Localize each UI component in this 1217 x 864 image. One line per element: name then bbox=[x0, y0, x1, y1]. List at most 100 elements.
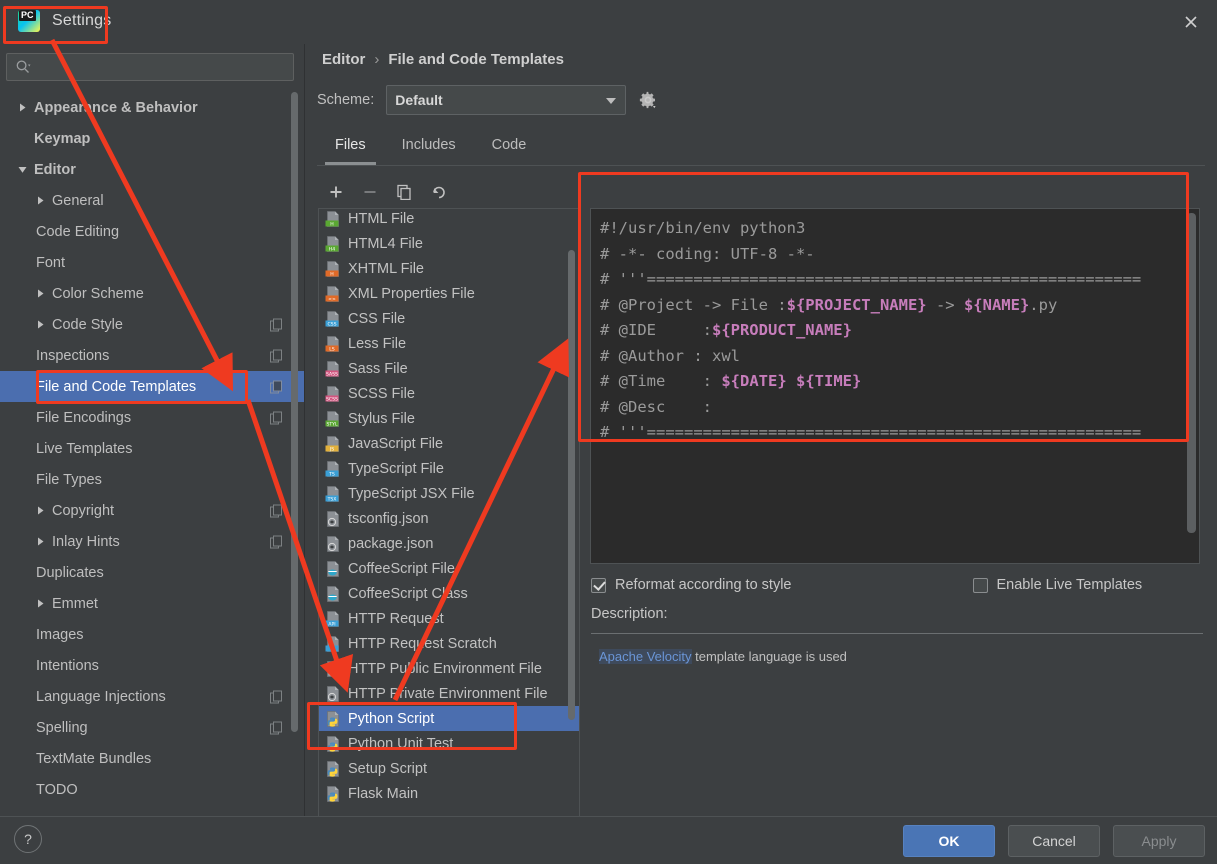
sidebar-item-color-scheme[interactable]: Color Scheme bbox=[0, 278, 305, 309]
template-tabs[interactable]: Files Includes Code bbox=[317, 124, 1205, 166]
sidebar-item-file-encodings[interactable]: File Encodings bbox=[0, 402, 305, 433]
live-templates-checkbox[interactable] bbox=[972, 577, 988, 593]
file-template-item[interactable]: HTTP Private Environment File bbox=[319, 681, 579, 706]
sidebar-item-live-templates[interactable]: Live Templates bbox=[0, 433, 305, 464]
sidebar-item-font[interactable]: Font bbox=[0, 247, 305, 278]
cancel-button[interactable]: Cancel bbox=[1008, 825, 1100, 857]
file-template-item[interactable]: SCSS SCSS File bbox=[319, 381, 579, 406]
sidebar-item-general[interactable]: General bbox=[0, 185, 305, 216]
copy-settings-icon[interactable] bbox=[270, 721, 283, 734]
chevron-right-icon[interactable] bbox=[32, 195, 48, 206]
chevron-right-icon[interactable] bbox=[14, 102, 30, 113]
file-template-item[interactable]: TSX TypeScript JSX File bbox=[319, 481, 579, 506]
file-template-item[interactable]: JS JavaScript File bbox=[319, 431, 579, 456]
file-template-item[interactable]: package.json bbox=[319, 531, 579, 556]
sidebar-item-appearance-behavior[interactable]: Appearance & Behavior bbox=[0, 92, 305, 123]
chevron-right-icon[interactable] bbox=[32, 288, 48, 299]
copy-settings-icon[interactable] bbox=[270, 318, 283, 331]
file-template-item[interactable]: H HTML File bbox=[319, 209, 579, 231]
file-template-item[interactable]: CSS CSS File bbox=[319, 306, 579, 331]
minus-icon[interactable] bbox=[360, 182, 380, 202]
file-template-item[interactable]: CoffeeScript File bbox=[319, 556, 579, 581]
css-file-icon: CSS bbox=[325, 310, 341, 327]
file-template-item[interactable]: tsconfig.json bbox=[319, 506, 579, 531]
scheme-selected-value: Default bbox=[395, 92, 443, 108]
file-template-item[interactable]: <> XML Properties File bbox=[319, 281, 579, 306]
search-input[interactable] bbox=[37, 58, 287, 76]
file-template-item[interactable]: Python Unit Test bbox=[319, 731, 579, 756]
tab-files[interactable]: Files bbox=[317, 124, 384, 165]
sidebar-item-copyright[interactable]: Copyright bbox=[0, 495, 305, 526]
sidebar-item-code-style[interactable]: Code Style bbox=[0, 309, 305, 340]
live-templates-checkbox-item[interactable]: Enable Live Templates bbox=[972, 577, 1142, 593]
chevron-down-icon[interactable] bbox=[14, 164, 30, 175]
question-mark-icon[interactable]: ? bbox=[14, 825, 42, 853]
sidebar-item-images[interactable]: Images bbox=[0, 619, 305, 650]
editor-scrollbar-thumb[interactable] bbox=[1187, 213, 1196, 533]
ok-button[interactable]: OK bbox=[903, 825, 995, 857]
sidebar-item-intentions[interactable]: Intentions bbox=[0, 650, 305, 681]
close-icon[interactable] bbox=[1171, 6, 1211, 38]
tab-code[interactable]: Code bbox=[474, 124, 545, 165]
filelist-scrollbar[interactable] bbox=[568, 214, 575, 848]
copy-settings-icon[interactable] bbox=[270, 380, 283, 393]
copy-icon[interactable] bbox=[394, 182, 414, 202]
chevron-right-icon[interactable] bbox=[32, 505, 48, 516]
sidebar-scrollbar-thumb[interactable] bbox=[291, 92, 298, 732]
template-code-editor[interactable]: #!/usr/bin/env python3 # -*- coding: UTF… bbox=[590, 208, 1200, 564]
sidebar-item-label: Inlay Hints bbox=[52, 533, 120, 550]
settings-tree[interactable]: Appearance & Behavior Keymap Editor General… bbox=[0, 92, 305, 816]
plus-icon[interactable] bbox=[326, 182, 346, 202]
sidebar-item-inspections[interactable]: Inspections bbox=[0, 340, 305, 371]
undo-icon[interactable] bbox=[428, 182, 448, 202]
editor-scrollbar[interactable] bbox=[1187, 213, 1196, 559]
sidebar-item-file-and-code-templates[interactable]: File and Code Templates bbox=[0, 371, 305, 402]
copy-settings-icon[interactable] bbox=[270, 411, 283, 424]
template-file-list[interactable]: H HTML File H4 HTML4 File H XHTML File <> XML P… bbox=[318, 208, 580, 852]
file-template-item[interactable]: L HTTP Request Scratch bbox=[319, 631, 579, 656]
template-code-text[interactable]: #!/usr/bin/env python3 # -*- coding: UTF… bbox=[600, 216, 1141, 446]
file-template-item[interactable]: H XHTML File bbox=[319, 256, 579, 281]
file-template-item[interactable]: STYL Stylus File bbox=[319, 406, 579, 431]
copy-settings-icon[interactable] bbox=[270, 504, 283, 517]
gear-icon[interactable] bbox=[638, 90, 658, 110]
breadcrumb-root[interactable]: Editor bbox=[322, 51, 365, 68]
sidebar-item-label: Language Injections bbox=[36, 688, 166, 705]
sidebar-item-duplicates[interactable]: Duplicates bbox=[0, 557, 305, 588]
file-template-item[interactable]: Setup Script bbox=[319, 756, 579, 781]
chevron-right-icon[interactable] bbox=[32, 598, 48, 609]
file-template-item[interactable]: Flask Main bbox=[319, 781, 579, 806]
file-template-item[interactable]: H4 HTML4 File bbox=[319, 231, 579, 256]
sidebar-item-file-types[interactable]: File Types bbox=[0, 464, 305, 495]
sidebar-item-inlay-hints[interactable]: Inlay Hints bbox=[0, 526, 305, 557]
file-template-item[interactable]: HTTP Public Environment File bbox=[319, 656, 579, 681]
tab-includes[interactable]: Includes bbox=[384, 124, 474, 165]
sidebar-item-editor[interactable]: Editor bbox=[0, 154, 305, 185]
apply-button[interactable]: Apply bbox=[1113, 825, 1205, 857]
file-template-item[interactable]: SASS Sass File bbox=[319, 356, 579, 381]
reformat-checkbox[interactable] bbox=[591, 577, 606, 593]
sidebar-item-emmet[interactable]: Emmet bbox=[0, 588, 305, 619]
scheme-dropdown[interactable]: Default bbox=[386, 85, 627, 115]
chevron-right-icon[interactable] bbox=[32, 536, 48, 547]
chevron-right-icon[interactable] bbox=[32, 319, 48, 330]
sidebar-item-code-editing[interactable]: Code Editing bbox=[0, 216, 305, 247]
sidebar-item-textmate-bundles[interactable]: TextMate Bundles bbox=[0, 743, 305, 774]
filelist-scrollbar-thumb[interactable] bbox=[568, 250, 575, 720]
file-template-item[interactable]: LS Less File bbox=[319, 331, 579, 356]
copy-settings-icon[interactable] bbox=[270, 349, 283, 362]
sidebar-item-spelling[interactable]: Spelling bbox=[0, 712, 305, 743]
reformat-checkbox-item[interactable]: Reformat according to style bbox=[591, 577, 792, 593]
file-template-item[interactable]: Python Script bbox=[319, 706, 579, 731]
search-box[interactable] bbox=[6, 53, 294, 81]
file-template-item[interactable]: API HTTP Request bbox=[319, 606, 579, 631]
sidebar-item-todo[interactable]: TODO bbox=[0, 774, 305, 805]
copy-settings-icon[interactable] bbox=[270, 690, 283, 703]
sidebar-item-language-injections[interactable]: Language Injections bbox=[0, 681, 305, 712]
file-template-item[interactable]: CoffeeScript Class bbox=[319, 581, 579, 606]
file-template-item[interactable]: TS TypeScript File bbox=[319, 456, 579, 481]
sidebar-item-keymap[interactable]: Keymap bbox=[0, 123, 305, 154]
copy-settings-icon[interactable] bbox=[270, 535, 283, 548]
apache-velocity-link[interactable]: Apache Velocity bbox=[599, 649, 692, 664]
sidebar-scrollbar[interactable] bbox=[291, 92, 298, 812]
